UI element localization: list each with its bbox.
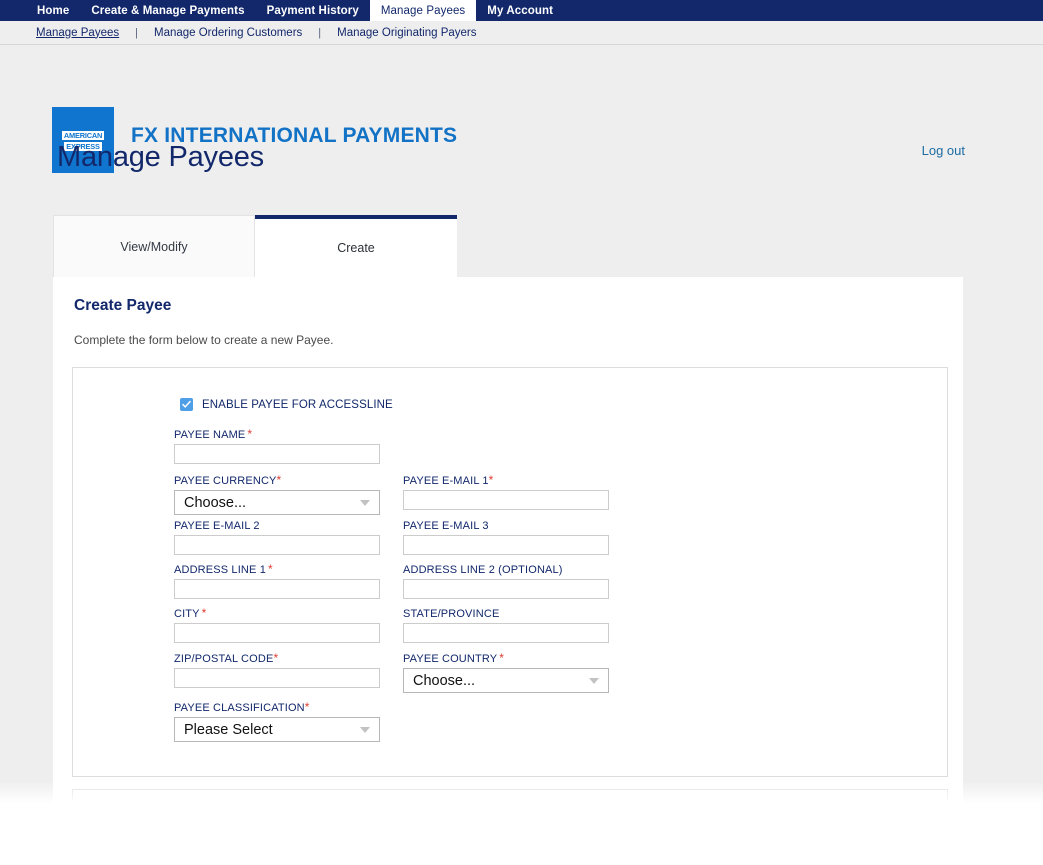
payee-country-value: Choose...: [413, 673, 475, 689]
field-payee-email-2: PAYEE E-MAIL 2: [174, 520, 403, 555]
field-payee-email-1: PAYEE E-MAIL 1*: [403, 475, 632, 515]
label-payee-name: PAYEE NAME*: [174, 429, 403, 441]
label-payee-currency: PAYEE CURRENCY*: [174, 475, 403, 487]
state-province-input[interactable]: [403, 623, 609, 643]
payee-currency-select[interactable]: Choose...: [174, 490, 380, 515]
chevron-down-icon: [360, 500, 370, 506]
label-payee-country: PAYEE COUNTRY*: [403, 653, 632, 665]
required-marker: *: [277, 473, 282, 487]
field-payee-name: PAYEE NAME*: [174, 429, 403, 464]
required-marker: *: [273, 651, 278, 665]
label-payee-email-1: PAYEE E-MAIL 1*: [403, 475, 632, 487]
check-icon: [181, 399, 192, 410]
nav-item-payment-history[interactable]: Payment History: [256, 0, 370, 21]
tab-view-modify[interactable]: View/Modify: [53, 215, 255, 277]
subnav-item-manage-payees[interactable]: Manage Payees: [36, 27, 119, 39]
subnav-separator: |: [135, 27, 138, 39]
chevron-down-icon: [360, 727, 370, 733]
field-payee-email-3: PAYEE E-MAIL 3: [403, 520, 632, 555]
required-marker: *: [305, 700, 310, 714]
field-payee-country: PAYEE COUNTRY* Choose...: [403, 653, 632, 693]
required-marker: *: [499, 651, 504, 665]
field-address-line-1: ADDRESS LINE 1*: [174, 564, 403, 599]
city-input[interactable]: [174, 623, 380, 643]
page-header: AMERICAN EXPRESS FX INTERNATIONAL PAYMEN…: [0, 45, 1043, 148]
address-line-1-input[interactable]: [174, 579, 380, 599]
page-root: Home Create & Manage Payments Payment Hi…: [0, 0, 1043, 865]
field-row-email2-email3: PAYEE E-MAIL 2 PAYEE E-MAIL 3: [174, 520, 947, 555]
field-city: CITY*: [174, 608, 403, 643]
required-marker: *: [202, 606, 207, 620]
payee-country-select[interactable]: Choose...: [403, 668, 609, 693]
field-row-address: ADDRESS LINE 1* ADDRESS LINE 2 (OPTIONAL…: [174, 564, 947, 599]
field-state-province: STATE/PROVINCE: [403, 608, 632, 643]
address-line-2-input[interactable]: [403, 579, 609, 599]
content-panel: Create Payee Complete the form below to …: [53, 277, 963, 803]
logo-line-american: AMERICAN: [62, 131, 104, 140]
create-payee-form: ENABLE PAYEE FOR ACCESSLINE PAYEE NAME* …: [72, 367, 948, 777]
label-city: CITY*: [174, 608, 403, 620]
payee-currency-value: Choose...: [184, 495, 246, 511]
field-row-city-state: CITY* STATE/PROVINCE: [174, 608, 947, 643]
field-zip-postal-code: ZIP/POSTAL CODE*: [174, 653, 403, 693]
subnav-item-manage-ordering-customers[interactable]: Manage Ordering Customers: [154, 27, 302, 39]
logout-link[interactable]: Log out: [922, 143, 965, 158]
payee-email-2-input[interactable]: [174, 535, 380, 555]
label-payee-classification: PAYEE CLASSIFICATION*: [174, 702, 403, 714]
label-zip-postal-code: ZIP/POSTAL CODE*: [174, 653, 403, 665]
section-heading-create-payee: Create Payee: [74, 297, 963, 315]
field-row-currency-email1: PAYEE CURRENCY* Choose... PAYEE E-MAIL 1…: [174, 475, 947, 515]
enable-accessline-label: ENABLE PAYEE FOR ACCESSLINE: [202, 399, 393, 411]
zip-postal-code-input[interactable]: [174, 668, 380, 688]
field-row-zip-country: ZIP/POSTAL CODE* PAYEE COUNTRY* Choose..…: [174, 653, 947, 693]
payee-email-1-input[interactable]: [403, 490, 609, 510]
payee-classification-select[interactable]: Please Select: [174, 717, 380, 742]
field-row-payee-name: PAYEE NAME*: [174, 429, 947, 464]
subnav-item-manage-originating-payers[interactable]: Manage Originating Payers: [337, 27, 476, 39]
label-payee-email-3: PAYEE E-MAIL 3: [403, 520, 632, 532]
page-body: Home Create & Manage Payments Payment Hi…: [0, 0, 1043, 803]
payee-email-3-input[interactable]: [403, 535, 609, 555]
label-address-line-2: ADDRESS LINE 2 (OPTIONAL): [403, 564, 632, 576]
nav-item-home[interactable]: Home: [26, 0, 80, 21]
payee-name-input[interactable]: [174, 444, 380, 464]
required-marker: *: [247, 427, 252, 441]
payee-classification-value: Please Select: [184, 722, 273, 738]
enable-accessline-row[interactable]: ENABLE PAYEE FOR ACCESSLINE: [180, 398, 947, 411]
tab-create[interactable]: Create: [255, 215, 457, 277]
label-address-line-1: ADDRESS LINE 1*: [174, 564, 403, 576]
field-payee-currency: PAYEE CURRENCY* Choose...: [174, 475, 403, 515]
enable-accessline-checkbox[interactable]: [180, 398, 193, 411]
required-marker: *: [489, 473, 494, 487]
accessline-payee-information-panel: AccessLine Payee Information: [72, 789, 948, 803]
nav-item-my-account[interactable]: My Account: [476, 0, 564, 21]
secondary-navigation: Manage Payees | Manage Ordering Customer…: [0, 21, 1043, 45]
tab-bar: View/Modify Create: [53, 215, 457, 277]
field-payee-classification: PAYEE CLASSIFICATION* Please Select: [174, 702, 403, 742]
required-marker: *: [268, 562, 273, 576]
form-fields: PAYEE NAME* PAYEE CURRENCY* Choose...: [174, 429, 947, 742]
section-description: Complete the form below to create a new …: [74, 333, 963, 347]
nav-item-create-manage-payments[interactable]: Create & Manage Payments: [80, 0, 255, 21]
field-address-line-2: ADDRESS LINE 2 (OPTIONAL): [403, 564, 632, 599]
label-payee-email-2: PAYEE E-MAIL 2: [174, 520, 403, 532]
chevron-down-icon: [589, 678, 599, 684]
page-title: Manage Payees: [57, 141, 264, 174]
nav-item-manage-payees[interactable]: Manage Payees: [370, 0, 476, 21]
field-row-payee-classification: PAYEE CLASSIFICATION* Please Select: [174, 702, 947, 742]
subnav-separator: |: [318, 27, 321, 39]
primary-navigation: Home Create & Manage Payments Payment Hi…: [0, 0, 1043, 21]
label-state-province: STATE/PROVINCE: [403, 608, 632, 620]
